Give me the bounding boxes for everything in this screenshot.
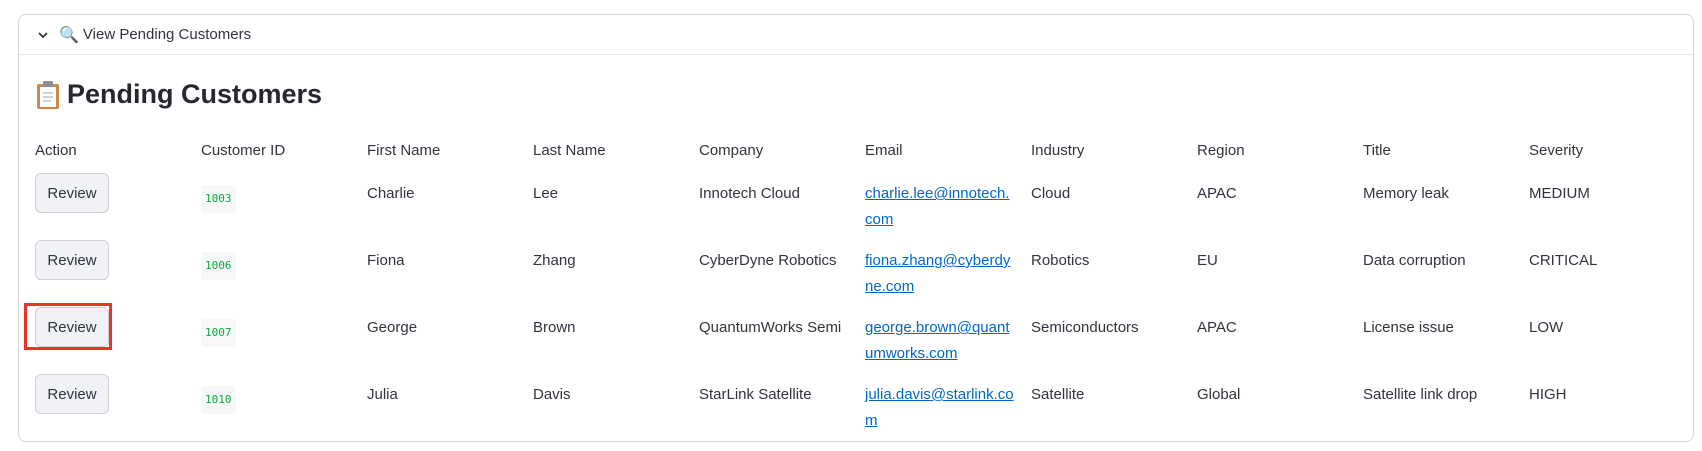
clipboard-icon — [37, 80, 59, 109]
pending-customers-expander: 🔍 View Pending Customers Pending Custome… — [18, 14, 1694, 442]
severity: HIGH — [1529, 386, 1567, 403]
last-name: Davis — [533, 386, 571, 403]
header-action: Action — [35, 142, 77, 159]
email-link[interactable]: charlie.lee@innotech.com — [865, 181, 1015, 233]
expander-header[interactable]: 🔍 View Pending Customers — [19, 15, 1693, 55]
magnifying-glass-icon: 🔍 — [59, 26, 79, 44]
issue-title: Data corruption — [1363, 252, 1466, 269]
table-row: Review 1007 George Brown QuantumWorks Se… — [35, 301, 1695, 368]
review-button[interactable]: Review — [35, 240, 109, 280]
highlight-box — [24, 303, 112, 350]
email-link[interactable]: fiona.zhang@cyberdyne.com — [865, 248, 1015, 300]
last-name: Brown — [533, 319, 576, 336]
chevron-down-icon — [38, 31, 48, 38]
table-row: Review 1006 Fiona Zhang CyberDyne Roboti… — [35, 234, 1695, 301]
industry: Satellite — [1031, 386, 1085, 403]
email-link[interactable]: julia.davis@starlink.com — [865, 382, 1015, 434]
company: Innotech Cloud — [699, 185, 800, 202]
last-name: Zhang — [533, 252, 576, 269]
industry: Cloud — [1031, 185, 1071, 202]
section-title: Pending Customers — [35, 79, 322, 110]
company: StarLink Satellite — [699, 386, 812, 403]
region: APAC — [1197, 185, 1237, 202]
header-last-name: Last Name — [533, 142, 606, 159]
industry: Semiconductors — [1031, 319, 1139, 336]
header-severity: Severity — [1529, 142, 1584, 159]
header-first-name: First Name — [367, 142, 441, 159]
section-title-text: Pending Customers — [67, 79, 323, 109]
severity: MEDIUM — [1529, 185, 1590, 202]
review-button[interactable]: Review — [35, 173, 109, 213]
header-region: Region — [1197, 142, 1245, 159]
header-customer-id: Customer ID — [201, 142, 286, 159]
customer-id: 1006 — [201, 252, 236, 280]
table-row: Review 1003 Charlie Lee Innotech Cloud c… — [35, 167, 1695, 234]
table-header-row: Action Customer ID First Name Last Name … — [35, 135, 1695, 167]
first-name: Charlie — [367, 185, 415, 202]
first-name: Fiona — [367, 252, 405, 269]
industry: Robotics — [1031, 252, 1090, 269]
region: Global — [1197, 386, 1241, 403]
table-row: Review 1010 Julia Davis StarLink Satelli… — [35, 368, 1695, 435]
issue-title: Memory leak — [1363, 185, 1449, 202]
email-link[interactable]: george.brown@quantumworks.com — [865, 315, 1015, 367]
first-name: Julia — [367, 386, 398, 403]
customers-table: Action Customer ID First Name Last Name … — [35, 135, 1695, 435]
expander-label: View Pending Customers — [82, 26, 252, 43]
customer-id: 1007 — [201, 319, 236, 347]
first-name: George — [367, 319, 418, 336]
header-company: Company — [699, 142, 764, 159]
severity: LOW — [1529, 319, 1564, 336]
header-industry: Industry — [1031, 142, 1085, 159]
last-name: Lee — [533, 185, 559, 202]
region: EU — [1197, 252, 1218, 269]
customer-id: 1003 — [201, 185, 236, 213]
issue-title: License issue — [1363, 319, 1454, 336]
review-button[interactable]: Review — [35, 374, 109, 414]
severity: CRITICAL — [1529, 252, 1598, 269]
header-email: Email — [865, 142, 903, 159]
issue-title: Satellite link drop — [1363, 386, 1478, 403]
header-title: Title — [1363, 142, 1391, 159]
region: APAC — [1197, 319, 1237, 336]
customer-id: 1010 — [201, 386, 236, 414]
company: QuantumWorks Semi — [699, 319, 842, 336]
company: CyberDyne Robotics — [699, 252, 837, 269]
